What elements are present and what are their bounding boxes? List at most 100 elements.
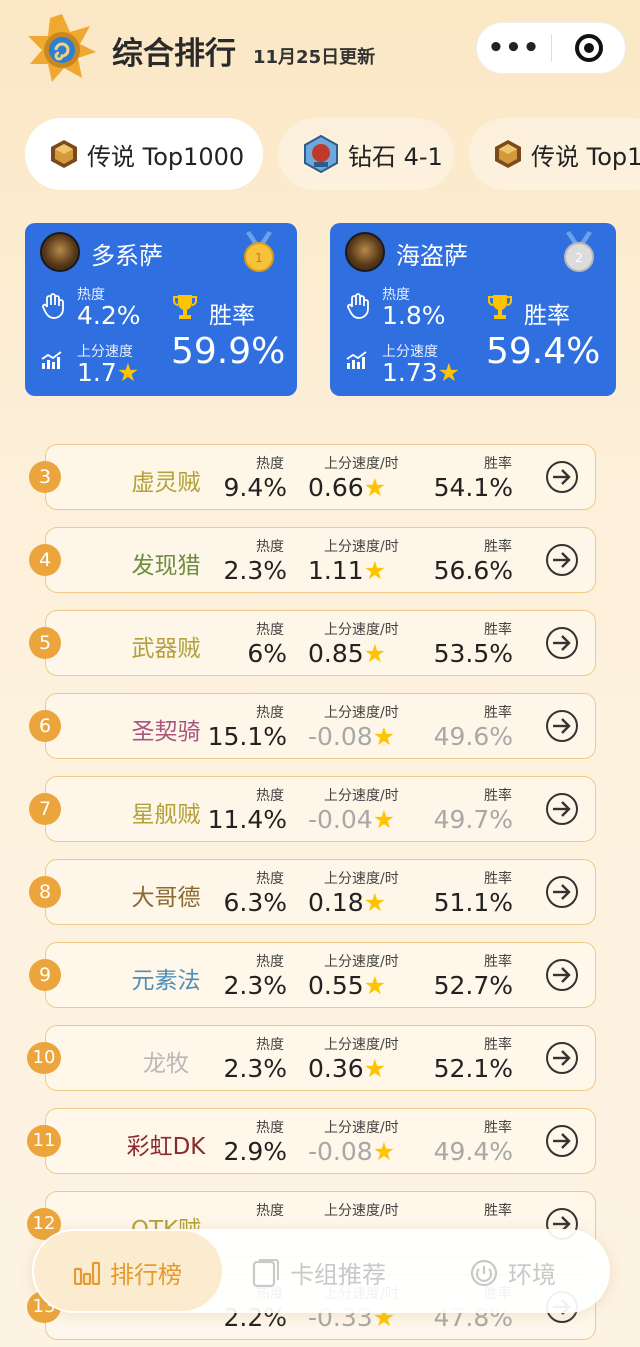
detail-arrow-button[interactable] [546,544,578,576]
header: 综合排行 11月25日更新 ••• [0,0,640,100]
detail-arrow-button[interactable] [546,876,578,908]
speed-label: 上分速度/时 [324,1037,399,1053]
heat-label: 热度 [256,954,284,970]
ranking-row[interactable]: 7 星舰贼 热度 11.4% 上分速度/时 -0.04★ 胜率 49.7% [29,776,596,842]
speed-label: 上分速度/时 [324,539,399,555]
trophy-icon [488,295,512,319]
top-deck-card-2[interactable]: 海盗萨 2 热度 1.8% 胜率 上分速度 1.73★ 59.4% [330,223,616,396]
rank-badge: 3 [29,461,61,493]
detail-arrow-button[interactable] [546,793,578,825]
speed-value: 1.11★ [308,556,387,585]
ranking-row[interactable]: 11 彩虹DK 热度 2.9% 上分速度/时 -0.08★ 胜率 49.4% [27,1108,596,1174]
ranking-row[interactable]: 4 发现猎 热度 2.3% 上分速度/时 1.11★ 胜率 56.6% [29,527,596,593]
deck-name: 海盗萨 [396,242,468,270]
ranking-row[interactable]: 10 龙牧 热度 2.3% 上分速度/时 0.36★ 胜率 52.1% [27,1025,596,1091]
ranking-row[interactable]: 8 大哥德 热度 6.3% 上分速度/时 0.18★ 胜率 51.1% [29,859,596,925]
deck-name: 多系萨 [91,242,163,270]
winrate-label: 胜率 [484,1037,512,1053]
rank-badge: 9 [29,959,61,991]
ranking-row[interactable]: 3 虚灵贼 热度 9.4% 上分速度/时 0.66★ 胜率 54.1% [29,444,596,510]
deck-name: 龙牧 [143,1051,189,1077]
trend-chart-icon [346,351,367,369]
speed-value: 0.85★ [308,639,387,668]
heat-label: 热度 [256,1203,284,1219]
svg-text:2: 2 [575,251,583,265]
rank-badge: 4 [29,544,61,576]
arrow-right-icon [553,552,571,568]
tab-legend-top1000[interactable]: 传说 Top1000 [25,118,263,190]
heat-label: 热度 [256,788,284,804]
gold-medal-icon: 1 [244,231,274,272]
speed-label: 上分速度/时 [324,871,399,887]
winrate-value: 56.6% [433,556,513,585]
nav-deck-recommend[interactable]: 卡组推荐 [252,1255,386,1290]
winrate-value: 49.7% [433,805,513,834]
winrate-label: 胜率 [484,871,512,887]
heat-value: 2.3% [223,556,287,585]
detail-arrow-button[interactable] [546,1042,578,1074]
winrate-value: 59.9% [171,331,286,372]
detail-arrow-button[interactable] [546,959,578,991]
winrate-label: 胜率 [484,1203,512,1219]
ranking-row[interactable]: 9 元素法 热度 2.3% 上分速度/时 0.55★ 胜率 52.7% [29,942,596,1008]
ranking-row[interactable]: 5 武器贼 热度 6% 上分速度/时 0.85★ 胜率 53.5% [29,610,596,676]
winrate-value: 59.4% [486,331,601,372]
trend-chart-icon [41,351,62,369]
speed-value: 0.66★ [308,473,387,502]
top-deck-card-1[interactable]: 多系萨 1 热度 4.2% 胜率 上分速度 1.7★ 59.9% [25,223,297,396]
nav-environment[interactable]: 环境 [470,1255,556,1290]
winrate-label: 胜率 [484,1120,512,1136]
arrow-right-icon [553,801,571,817]
speed-label: 上分速度/时 [324,1120,399,1136]
speed-value: -0.04★ [308,805,396,834]
close-miniapp-button[interactable] [552,34,625,62]
speed-label: 上分速度/时 [324,456,399,472]
detail-arrow-button[interactable] [546,1125,578,1157]
deck-name: 大哥德 [131,885,201,911]
deck-name: 元素法 [131,968,201,994]
heat-label: 热度 [256,871,284,887]
speed-label: 上分速度/时 [324,954,399,970]
hearthstone-logo-icon [28,14,96,82]
class-avatar [40,232,80,272]
detail-arrow-button[interactable] [546,461,578,493]
update-date: 11月25日更新 [253,47,376,68]
arrow-right-icon [553,967,571,983]
speed-label: 上分速度/时 [324,622,399,638]
svg-text:1: 1 [255,251,263,265]
heat-label: 热度 [256,539,284,555]
hand-icon [42,293,64,319]
hand-icon [347,293,369,319]
bar-chart-icon [74,1261,100,1285]
heat-value: 15.1% [207,722,287,751]
detail-arrow-button[interactable] [546,627,578,659]
tab-diamond-4-1[interactable]: 钻石 4-1 [278,118,454,190]
detail-arrow-button[interactable] [546,710,578,742]
nav-ranking[interactable]: 排行榜 [74,1255,182,1290]
winrate-value: 52.1% [433,1054,513,1083]
deck-name: 武器贼 [131,636,201,662]
winrate-label: 胜率 [484,788,512,804]
ranking-row[interactable]: 6 圣契骑 热度 15.1% 上分速度/时 -0.08★ 胜率 49.6% [29,693,596,759]
speed-value: 0.55★ [308,971,387,1000]
heat-value: 4.2% [77,301,141,330]
speed-value: 1.7★ [77,358,140,387]
deck-name: 虚灵贼 [131,470,201,496]
speed-value: 0.18★ [308,888,387,917]
winrate-label: 胜率 [209,303,255,329]
speed-label: 上分速度/时 [324,1203,399,1219]
more-menu-button[interactable]: ••• [477,22,551,74]
rank-badge: 10 [27,1042,61,1074]
winrate-label: 胜率 [524,303,570,329]
rank-badge: 11 [27,1125,61,1157]
speed-value: -0.08★ [308,1137,396,1166]
rank-tabs: 传说 Top1000 钻石 4-1 传说 Top1 [0,118,640,192]
arrow-right-icon [553,884,571,900]
rank-badge: 8 [29,876,61,908]
tab-legend-top1[interactable]: 传说 Top1 [469,118,640,190]
rank-badge: 6 [29,710,61,742]
heat-value: 9.4% [223,473,287,502]
winrate-value: 51.1% [433,888,513,917]
heat-label: 热度 [256,1120,284,1136]
heat-label: 热度 [256,1037,284,1053]
